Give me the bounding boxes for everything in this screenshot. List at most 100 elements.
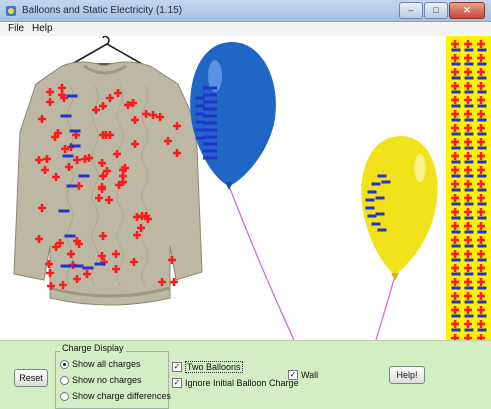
radio-show-all-charges[interactable]: Show all charges — [60, 359, 141, 369]
radio-selected-icon — [60, 359, 69, 369]
wall-checkbox[interactable]: ✓ Wall — [288, 370, 318, 380]
negative-charge — [375, 196, 385, 200]
control-panel: Reset Charge Display Show all charges Sh… — [0, 340, 491, 409]
negative-charge — [477, 160, 487, 164]
negative-charge — [66, 94, 78, 98]
negative-charge — [78, 174, 90, 178]
radio-label: Show charge differences — [72, 391, 171, 401]
negative-charge — [451, 258, 461, 262]
negative-charge — [94, 262, 106, 266]
negative-charge — [72, 264, 84, 268]
negative-charge — [477, 202, 487, 206]
negative-charge — [464, 314, 474, 318]
negative-charge — [451, 286, 461, 290]
negative-charge — [464, 118, 474, 122]
negative-charge — [195, 120, 205, 124]
negative-charge — [375, 212, 385, 216]
negative-charge — [464, 62, 474, 66]
radio-show-no-charges[interactable]: Show no charges — [60, 375, 142, 385]
maximize-button[interactable]: □ — [424, 2, 448, 19]
negative-charge — [464, 258, 474, 262]
negative-charge — [203, 114, 217, 118]
close-button[interactable]: ✕ — [449, 2, 485, 19]
negative-charge — [451, 272, 461, 276]
minimize-button[interactable]: – — [399, 2, 423, 19]
negative-charge — [451, 118, 461, 122]
negative-charge — [477, 90, 487, 94]
negative-charge — [477, 230, 487, 234]
checkmark-icon: ✓ — [288, 370, 298, 380]
checkbox-label: Two Balloons — [185, 361, 243, 373]
close-icon: ✕ — [463, 5, 471, 15]
negative-charge — [60, 264, 72, 268]
negative-charge — [203, 100, 217, 104]
negative-charge — [451, 104, 461, 108]
negative-charge — [451, 76, 461, 80]
negative-charge — [195, 104, 205, 108]
negative-charge — [477, 188, 487, 192]
negative-charge — [58, 209, 70, 213]
negative-charge — [477, 76, 487, 80]
negative-charge — [464, 216, 474, 220]
two-balloons-checkbox[interactable]: ✓ Two Balloons — [172, 361, 243, 373]
negative-charge — [371, 222, 381, 226]
negative-charge — [64, 234, 76, 238]
negative-charge — [477, 258, 487, 262]
negative-charge — [451, 174, 461, 178]
blue-balloon-string — [228, 185, 295, 340]
negative-charge — [451, 216, 461, 220]
negative-charge — [195, 112, 205, 116]
negative-charge — [477, 244, 487, 248]
radio-icon — [60, 391, 69, 401]
negative-charge — [477, 118, 487, 122]
negative-charge — [377, 174, 387, 178]
negative-charge — [371, 182, 381, 186]
yellow-balloon-string — [375, 278, 395, 340]
negative-charge — [451, 132, 461, 136]
menu-file[interactable]: File — [8, 23, 24, 34]
negative-charge — [477, 286, 487, 290]
negative-charge — [464, 300, 474, 304]
negative-charge — [451, 188, 461, 192]
help-button[interactable]: Help! — [389, 366, 425, 384]
negative-charge — [477, 272, 487, 276]
negative-charge — [477, 174, 487, 178]
checkmark-icon: ✓ — [172, 378, 182, 388]
negative-charge — [477, 216, 487, 220]
negative-charge — [464, 132, 474, 136]
negative-charge — [464, 48, 474, 52]
maximize-icon: □ — [433, 5, 439, 15]
checkmark-icon: ✓ — [172, 362, 182, 372]
negative-charge — [195, 128, 205, 132]
negative-charge — [451, 160, 461, 164]
negative-charge — [203, 121, 217, 125]
negative-charge — [203, 128, 217, 132]
negative-charge — [66, 184, 78, 188]
minimize-icon: – — [408, 5, 414, 15]
negative-charge — [451, 90, 461, 94]
negative-charge — [451, 300, 461, 304]
scene-svg — [13, 36, 491, 340]
negative-charge — [377, 228, 387, 232]
negative-charge — [464, 146, 474, 150]
negative-charge — [477, 132, 487, 136]
reset-button[interactable]: Reset — [14, 369, 48, 387]
negative-charge — [451, 62, 461, 66]
negative-charge — [477, 62, 487, 66]
radio-label: Show all charges — [72, 359, 141, 369]
radio-show-charge-differences[interactable]: Show charge differences — [60, 391, 171, 401]
negative-charge — [477, 314, 487, 318]
negative-charge — [60, 114, 72, 118]
negative-charge — [367, 214, 377, 218]
checkbox-label: Wall — [301, 370, 319, 380]
title-bar: Balloons and Static Electricity (1.15) –… — [0, 0, 491, 22]
negative-charge — [464, 272, 474, 276]
menu-bar: File Help — [0, 22, 491, 37]
ignore-initial-charge-checkbox[interactable]: ✓ Ignore Initial Balloon Charge — [172, 378, 299, 388]
negative-charge — [451, 244, 461, 248]
simulation-canvas — [0, 36, 491, 340]
negative-charge — [62, 154, 74, 158]
negative-charge — [451, 202, 461, 206]
negative-charge — [477, 104, 487, 108]
menu-help[interactable]: Help — [32, 23, 53, 34]
